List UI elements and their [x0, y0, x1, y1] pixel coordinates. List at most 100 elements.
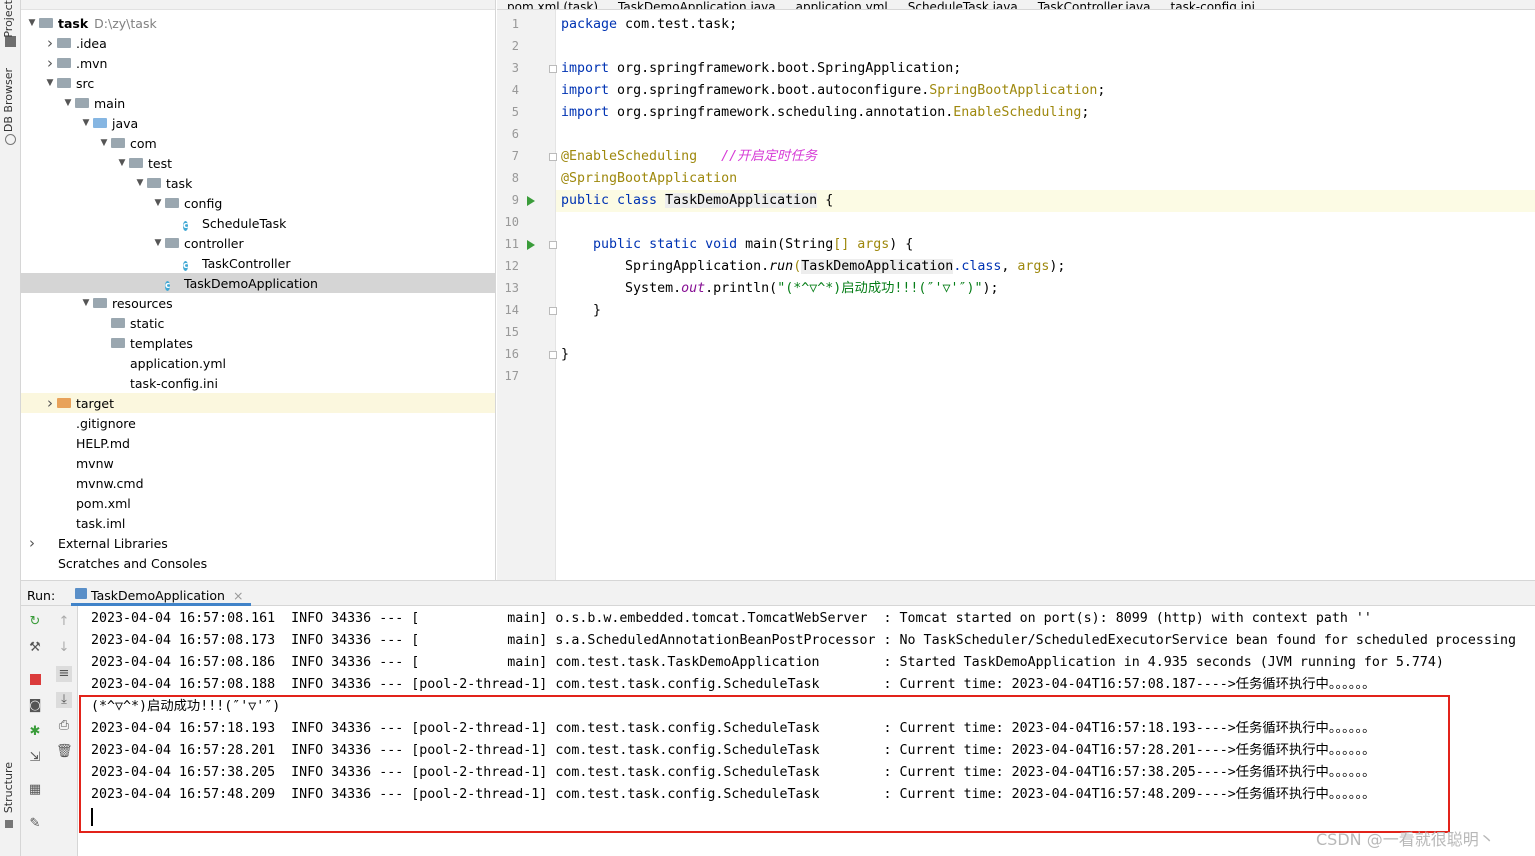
expand-arrow-icon[interactable]: ▼	[97, 138, 111, 148]
scroll-down-icon[interactable]: ↓	[56, 640, 72, 656]
tree-item[interactable]: ▼ controller	[21, 233, 495, 253]
expand-arrow-icon[interactable]: ▼	[79, 298, 93, 308]
console-line: 2023-04-04 16:57:08.173 INFO 34336 --- […	[91, 633, 1516, 648]
tree-item[interactable]: › .mvn	[21, 53, 495, 73]
tree-item[interactable]: static	[21, 313, 495, 333]
tree-item[interactable]: .gitignore	[21, 413, 495, 433]
project-tool-tab[interactable]: Project	[2, 0, 15, 38]
line-number: 12	[504, 259, 519, 273]
expand-arrow-icon[interactable]: ▼	[151, 198, 165, 208]
tree-item[interactable]: › .idea	[21, 33, 495, 53]
tree-item-label: Scratches and Consoles	[58, 555, 208, 571]
clear-icon[interactable]: 🗑	[56, 744, 73, 760]
tree-item[interactable]: c ScheduleTask	[21, 213, 495, 233]
tree-item[interactable]: ▼ java	[21, 113, 495, 133]
tree-item[interactable]: ▼ resources	[21, 293, 495, 313]
run-tab-label: TaskDemoApplication	[91, 588, 225, 603]
code-editor[interactable]: package com.test.task; import org.spring…	[556, 10, 1535, 580]
db-browser-tool-tab[interactable]: DB Browser	[2, 68, 15, 132]
tree-item[interactable]: ▼ com	[21, 133, 495, 153]
print-icon[interactable]: ⎙	[56, 718, 72, 734]
layout-icon[interactable]: ▦	[27, 782, 43, 798]
tree-item[interactable]: ▼ test	[21, 153, 495, 173]
expand-arrow-icon[interactable]: ›	[43, 54, 57, 72]
expand-arrow-icon[interactable]: ▼	[151, 238, 165, 248]
soft-wrap-icon[interactable]: ≡	[56, 666, 72, 682]
code-line-12: SpringApplication.run(TaskDemoApplicatio…	[625, 259, 1066, 274]
editor-gutter: 1 2 3 4 5 6 7 8 9 10 11 12 13 14 15 16 17	[497, 10, 557, 580]
tree-item[interactable]: c TaskDemoApplication	[21, 273, 495, 293]
code-line-13: System.out.println("(*^▽^*)启动成功!!!(″'▽'″…	[625, 281, 999, 296]
tree-item-label: task-config.ini	[130, 375, 218, 391]
stop-icon[interactable]	[27, 672, 43, 688]
expand-arrow-icon[interactable]: ▼	[79, 118, 93, 128]
tree-item-label: com	[130, 135, 157, 151]
tree-item[interactable]: pom.xml	[21, 493, 495, 513]
tree-item[interactable]: Scratches and Consoles	[21, 553, 495, 573]
tree-item-label: External Libraries	[58, 535, 168, 551]
structure-tool-tab[interactable]: Structure	[2, 762, 15, 813]
expand-arrow-icon[interactable]: ›	[43, 394, 57, 412]
expand-arrow-icon[interactable]: ›	[25, 534, 39, 552]
tree-item-label: templates	[130, 335, 193, 351]
tree-item[interactable]: › target	[21, 393, 495, 413]
editor-tab-bar: pom.xml (task) TaskDemoApplication.java ap…	[497, 0, 1535, 10]
run-main-icon[interactable]	[527, 240, 535, 250]
tree-item-label: target	[76, 395, 115, 411]
tree-item[interactable]: templates	[21, 333, 495, 353]
tree-item[interactable]: c TaskController	[21, 253, 495, 273]
tree-item-label: config	[184, 195, 223, 211]
tree-item[interactable]: mvnw.cmd	[21, 473, 495, 493]
folder-icon	[165, 236, 181, 250]
tree-item-label: .mvn	[76, 55, 108, 71]
tree-item[interactable]: ▼ src	[21, 73, 495, 93]
rerun-icon[interactable]: ↻	[27, 614, 43, 630]
java-class-icon: c	[165, 281, 171, 291]
pin-icon[interactable]: ✎	[27, 816, 43, 832]
tree-item[interactable]: mvnw	[21, 453, 495, 473]
code-line-3: import org.springframework.boot.SpringAp…	[561, 61, 962, 76]
close-run-tab-icon[interactable]: ×	[233, 588, 243, 603]
code-line-14: }	[561, 303, 602, 318]
tree-item[interactable]: ▼ main	[21, 93, 495, 113]
console-line: 2023-04-04 16:57:08.186 INFO 34336 --- […	[91, 655, 1444, 670]
tree-root[interactable]: ▼ task D:\zy\task	[21, 13, 495, 33]
expand-arrow-icon[interactable]: ▼	[133, 178, 147, 188]
folder-icon	[165, 196, 181, 210]
line-number: 17	[504, 369, 519, 383]
expand-arrow-icon[interactable]: ▼	[43, 78, 57, 88]
run-class-icon[interactable]	[527, 196, 535, 206]
tree-item[interactable]: HELP.md	[21, 433, 495, 453]
tree-item-label: mvnw.cmd	[76, 475, 144, 491]
expand-arrow-icon[interactable]: ▼	[115, 158, 129, 168]
expand-arrow-icon[interactable]: ▼	[61, 98, 75, 108]
run-tool-bar: Run: TaskDemoApplication ×	[21, 580, 1535, 606]
line-number: 3	[511, 61, 519, 75]
folder-icon	[57, 36, 73, 50]
tree-item[interactable]: ▼ task	[21, 173, 495, 193]
scroll-to-end-icon[interactable]: ⤓	[56, 692, 72, 708]
folder-icon	[147, 176, 163, 190]
watermark: CSDN @一看就很聪明丶	[1316, 830, 1495, 849]
camera-icon[interactable]: ◙	[27, 698, 43, 714]
console-line: 2023-04-04 16:57:08.188 INFO 34336 --- […	[91, 677, 1376, 692]
folder-icon	[57, 56, 73, 70]
project-tree: ▼ task D:\zy\task › .idea › .mvn ▼ src ▼ main ▼ j…	[21, 0, 496, 580]
debug-icon[interactable]: ✱	[27, 724, 43, 740]
scroll-up-icon[interactable]: ↑	[56, 614, 72, 630]
tree-item[interactable]: task-config.ini	[21, 373, 495, 393]
exit-icon[interactable]: ⇲	[27, 750, 43, 766]
tree-item-label: task.iml	[76, 515, 126, 531]
file-icon	[57, 496, 73, 510]
line-number: 14	[504, 303, 519, 317]
wrench-icon[interactable]: ⚒	[27, 640, 43, 656]
line-number: 13	[504, 281, 519, 295]
line-number: 4	[511, 83, 519, 97]
run-tab[interactable]: TaskDemoApplication ×	[71, 581, 252, 606]
line-number: 8	[511, 171, 519, 185]
tree-item[interactable]: application.yml	[21, 353, 495, 373]
tree-item[interactable]: › External Libraries	[21, 533, 495, 553]
expand-arrow-icon[interactable]: ›	[43, 34, 57, 52]
tree-item[interactable]: task.iml	[21, 513, 495, 533]
tree-item[interactable]: ▼ config	[21, 193, 495, 213]
